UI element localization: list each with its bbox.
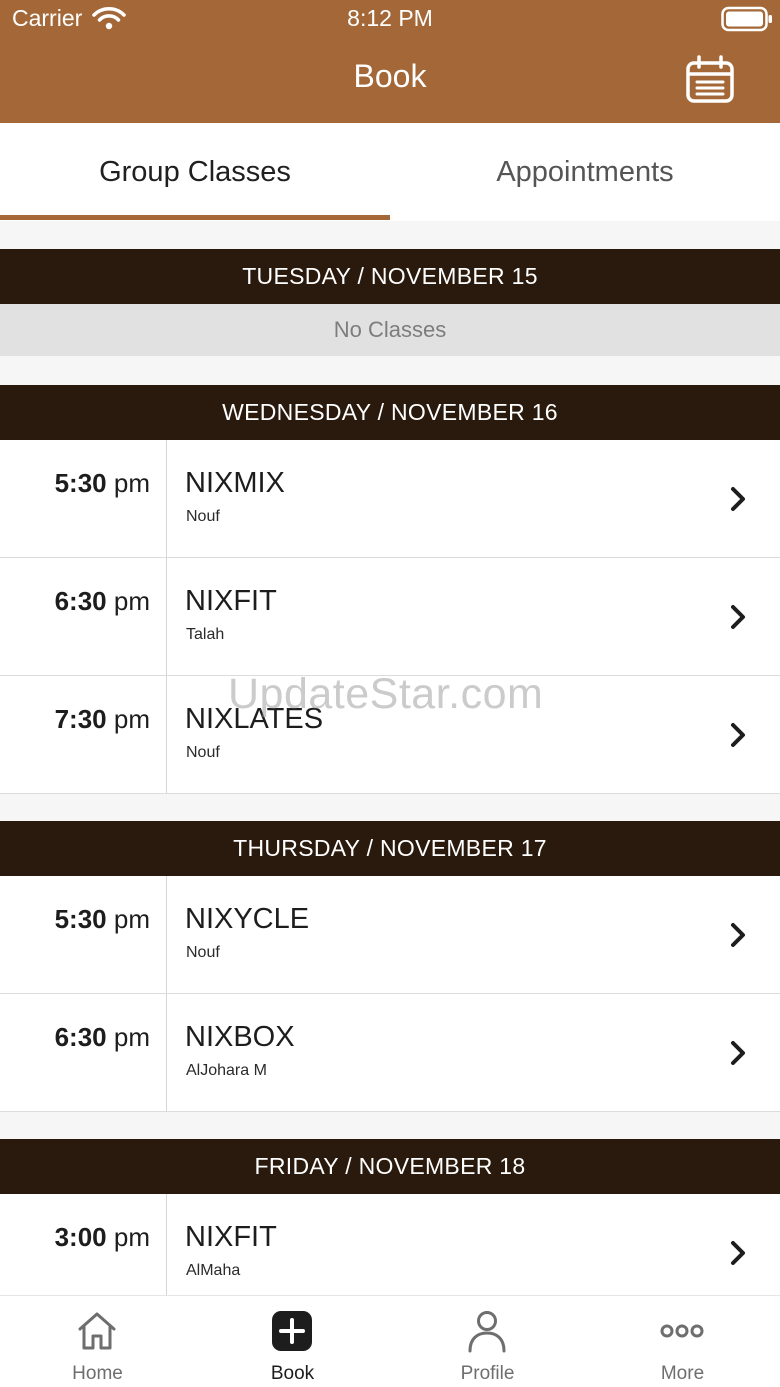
class-row[interactable]: 6:30 pm NIXBOX AlJohara M [0, 994, 780, 1112]
page-title: Book [353, 58, 427, 94]
class-row[interactable]: 5:30 pm NIXYCLE Nouf [0, 876, 780, 994]
day-header: WEDNESDAY / NOVEMBER 16 [0, 385, 780, 440]
tabbar-item-home[interactable]: Home [0, 1296, 195, 1387]
instructor-name: Nouf [186, 944, 220, 961]
bottom-tab-bar: Home Book Profile More [0, 1295, 780, 1387]
class-name: NIXMIX [185, 467, 285, 499]
time-cell: 6:30 pm [0, 558, 167, 675]
tab-selected-indicator [0, 215, 390, 220]
tabbar-label: Book [270, 1363, 315, 1384]
app-header: Carrier 8:12 PM Book [0, 0, 780, 123]
class-time: 7:30 pm [54, 704, 150, 734]
tab-group-classes[interactable]: Group Classes [0, 123, 390, 221]
class-time: 6:30 pm [54, 1022, 150, 1052]
tab-appointments[interactable]: Appointments [390, 123, 780, 221]
tabbar-label: Profile [460, 1363, 515, 1384]
chevron-right-icon [731, 487, 745, 511]
class-time: 5:30 pm [54, 468, 150, 498]
person-icon [468, 1311, 506, 1353]
class-row[interactable]: 5:30 pm NIXMIX Nouf [0, 440, 780, 558]
instructor-name: AlMaha [186, 1262, 241, 1279]
time-cell: 7:30 pm [0, 676, 167, 793]
day-header: THURSDAY / NOVEMBER 17 [0, 821, 780, 876]
chevron-right-icon [731, 1241, 745, 1265]
no-classes-row: No Classes [0, 304, 780, 356]
tabbar-item-more[interactable]: More [585, 1296, 780, 1387]
segment-tabs: Group Classes Appointments [0, 123, 780, 221]
chevron-right-icon [731, 923, 745, 947]
status-bar: Carrier 8:12 PM [0, 0, 780, 36]
day-header: TUESDAY / NOVEMBER 15 [0, 249, 780, 304]
more-icon [660, 1324, 704, 1338]
calendar-icon[interactable] [684, 55, 736, 105]
instructor-name: Nouf [186, 744, 220, 761]
instructor-name: Talah [186, 626, 225, 643]
class-time: 3:00 pm [54, 1222, 150, 1252]
class-time: 6:30 pm [54, 586, 150, 616]
class-name: NIXYCLE [185, 903, 310, 935]
chevron-right-icon [731, 605, 745, 629]
tabbar-item-profile[interactable]: Profile [390, 1296, 585, 1387]
time-cell: 6:30 pm [0, 994, 167, 1111]
home-icon [78, 1312, 116, 1350]
chevron-right-icon [731, 1041, 745, 1065]
time-cell: 3:00 pm [0, 1194, 167, 1295]
class-name: NIXLATES [185, 703, 324, 735]
battery-icon [721, 6, 772, 32]
tabbar-item-book[interactable]: Book [195, 1296, 390, 1387]
class-time: 5:30 pm [54, 904, 150, 934]
plus-icon [272, 1311, 312, 1351]
time-cell: 5:30 pm [0, 876, 167, 993]
class-name: NIXFIT [185, 1221, 277, 1253]
chevron-right-icon [731, 723, 745, 747]
instructor-name: Nouf [186, 508, 220, 525]
class-row[interactable]: 6:30 pm NIXFIT Talah [0, 558, 780, 676]
class-name: NIXFIT [185, 585, 277, 617]
instructor-name: AlJohara M [186, 1062, 267, 1079]
status-time: 8:12 PM [347, 5, 433, 31]
tabbar-label: Home [72, 1363, 123, 1384]
class-row[interactable]: 7:30 pm NIXLATES Nouf [0, 676, 780, 794]
day-header: FRIDAY / NOVEMBER 18 [0, 1139, 780, 1194]
time-cell: 5:30 pm [0, 440, 167, 557]
class-row[interactable]: 3:00 pm NIXFIT AlMaha [0, 1194, 780, 1295]
class-name: NIXBOX [185, 1021, 295, 1053]
tabbar-label: More [660, 1363, 705, 1384]
